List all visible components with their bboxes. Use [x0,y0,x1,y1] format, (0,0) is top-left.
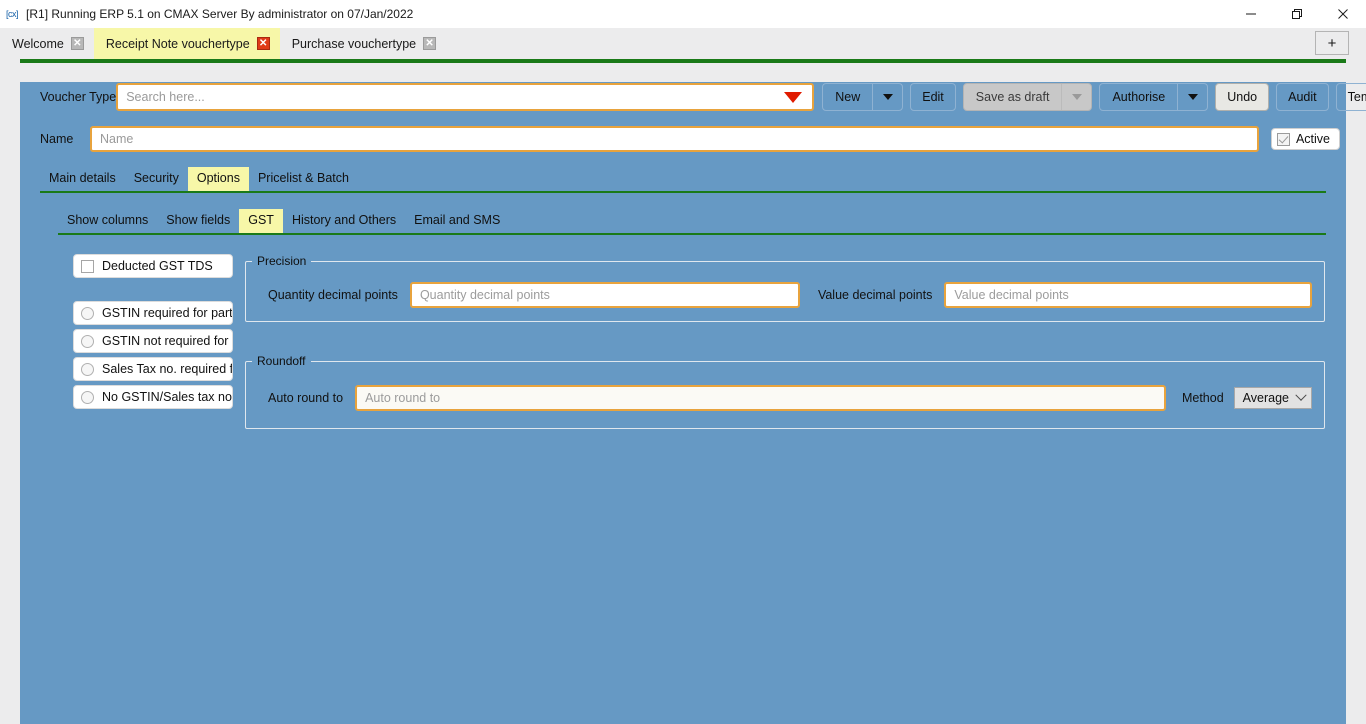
voucher-type-label: Voucher Type [40,90,117,104]
method-selected-value: Average [1242,391,1289,405]
search-placeholder: Search here... [126,90,205,104]
radio-icon [81,306,94,320]
gst-options-list: Deducted GST TDS GSTIN required for part… [40,254,233,429]
authorise-label: Authorise [1112,90,1166,104]
new-tab-button[interactable]: + [1315,31,1349,55]
tab-show-fields[interactable]: Show fields [157,209,239,233]
app-body: Voucher Type Search here... New Edit Sav… [20,82,1366,724]
checkbox-icon [81,259,94,273]
chevron-down-icon[interactable] [872,84,902,110]
roundoff-group: Roundoff Auto round to Auto round to Met… [245,354,1325,429]
tab-pricelist-and-batch[interactable]: Pricelist & Batch [249,167,358,191]
new-button-label: New [835,90,861,104]
option-label: No GSTIN/Sales tax no. validation [102,390,232,404]
voucher-type-search-input[interactable]: Search here... [116,83,815,111]
input-placeholder: Quantity decimal points [419,287,550,302]
template-button[interactable]: Template [1335,83,1366,111]
name-row: Name Name Active [20,126,1346,152]
option-label: GSTIN required for party [102,306,233,320]
tab-strip: Welcome ✕ Receipt Note vouchertype ✕ Pur… [0,28,1366,59]
tab-label: Receipt Note vouchertype [105,36,250,51]
input-placeholder: Auto round to [365,391,441,405]
auto-round-to-label: Auto round to [268,391,344,405]
tab-email-and-sms[interactable]: Email and SMS [405,209,509,233]
quantity-decimal-points-label: Quantity decimal points [268,287,398,302]
radio-icon [81,362,94,376]
name-label: Name [40,132,74,146]
chevron-down-icon[interactable] [1177,84,1207,110]
window-title: [R1] Running ERP 5.1 on CMAX Server By a… [26,7,414,21]
option-label: GSTIN not required for party [102,334,232,348]
chevron-down-icon [1295,389,1307,401]
authorise-split-button[interactable]: Authorise [1099,83,1209,111]
window-controls [1228,0,1366,28]
tab-main-details[interactable]: Main details [40,167,125,191]
green-divider [20,59,1346,63]
active-label: Active [1295,132,1330,146]
primary-tab-bar: Main details Security Options Pricelist … [40,167,1326,193]
toolbar-buttons: New Edit Save as draft Authorise Undo Au… [822,83,1366,111]
cmax-icon: [cx] [6,9,19,19]
tab-welcome[interactable]: Welcome ✕ [0,28,94,59]
radio-icon [81,390,94,404]
option-label: Deducted GST TDS [102,259,213,273]
tab-history-and-others[interactable]: History and Others [283,209,405,233]
tab-receipt-note-vouchertype[interactable]: Receipt Note vouchertype ✕ [93,28,280,59]
tab-purchase-vouchertype[interactable]: Purchase vouchertype ✕ [279,28,447,59]
method-label: Method [1181,391,1224,405]
tab-close-icon[interactable]: ✕ [423,37,437,50]
tab-options[interactable]: Options [187,167,249,191]
chevron-down-icon[interactable] [1061,84,1091,110]
active-checkbox[interactable]: Active [1270,128,1340,150]
deducted-gst-tds-checkbox[interactable]: Deducted GST TDS [73,254,233,278]
edit-button[interactable]: Edit [910,83,956,111]
window-title-bar: [cx] [R1] Running ERP 5.1 on CMAX Server… [0,0,1366,28]
tab-security[interactable]: Security [125,167,188,191]
auto-round-to-input[interactable]: Auto round to [355,385,1166,411]
tab-show-columns[interactable]: Show columns [58,209,157,233]
save-as-draft-split-button[interactable]: Save as draft [962,83,1093,111]
tab-label: Purchase vouchertype [291,36,417,51]
close-icon[interactable] [1320,0,1366,28]
tab-close-icon[interactable]: ✕ [256,37,270,50]
precision-group: Precision Quantity decimal points Quanti… [245,254,1325,322]
secondary-tab-bar: Show columns Show fields GST History and… [58,209,1326,235]
voucher-type-row: Voucher Type Search here... New Edit Sav… [20,82,1366,112]
radio-no-gstin-sales-tax-validation[interactable]: No GSTIN/Sales tax no. validation [73,385,233,409]
gst-settings-panel: Precision Quantity decimal points Quanti… [245,254,1325,429]
minimize-icon[interactable] [1228,0,1274,28]
save-as-draft-label: Save as draft [975,90,1050,104]
radio-gstin-not-required-for-party[interactable]: GSTIN not required for party [73,329,233,353]
value-decimal-points-label: Value decimal points [817,287,933,302]
dropdown-caret-icon[interactable] [784,91,803,103]
precision-legend: Precision [257,254,307,268]
input-placeholder: Value decimal points [954,287,1069,302]
method-select[interactable]: Average [1233,387,1312,409]
option-label: Sales Tax no. required for party [102,362,233,376]
value-decimal-points-input[interactable]: Value decimal points [944,281,1312,308]
checkbox-check-icon [1276,132,1290,146]
radio-icon [81,334,94,348]
audit-button[interactable]: Audit [1276,83,1329,111]
restore-icon[interactable] [1274,0,1320,28]
tab-close-icon[interactable]: ✕ [70,37,84,50]
radio-gstin-required-for-party[interactable]: GSTIN required for party [73,301,233,325]
name-input[interactable]: Name [90,126,1259,152]
gst-panel: Deducted GST TDS GSTIN required for part… [20,254,1346,429]
undo-button[interactable]: Undo [1215,83,1270,111]
roundoff-legend: Roundoff [257,354,306,368]
tab-label: Welcome [12,36,64,51]
tab-gst[interactable]: GST [239,209,283,233]
new-split-button[interactable]: New [822,83,904,111]
radio-sales-tax-no-required-for-party[interactable]: Sales Tax no. required for party [73,357,233,381]
name-placeholder: Name [100,132,134,146]
quantity-decimal-points-input[interactable]: Quantity decimal points [409,281,800,308]
